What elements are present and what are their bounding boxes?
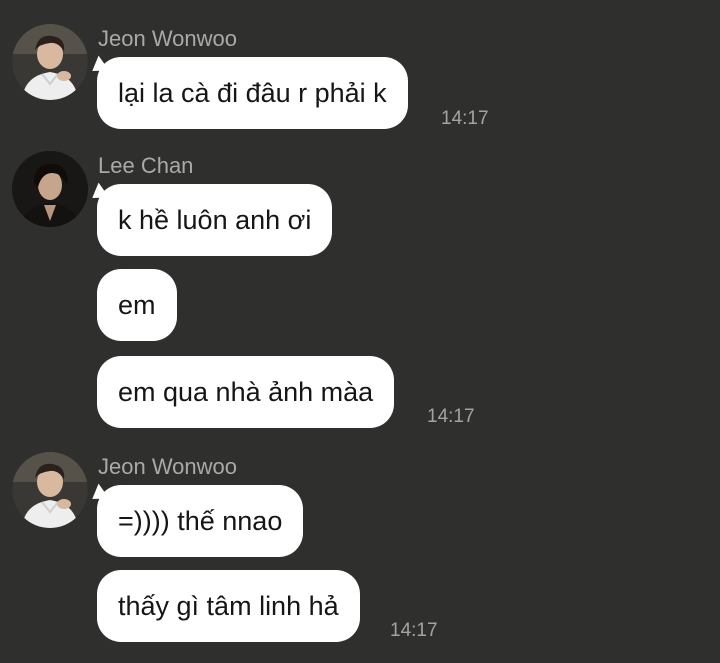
sender-name: Jeon Wonwoo <box>98 454 238 479</box>
message-bubble[interactable]: em qua nhà ảnh màa <box>97 356 395 428</box>
sender-name: Lee Chan <box>98 153 194 178</box>
message-bubble[interactable]: lại la cà đi đâu r phải k <box>97 57 408 129</box>
message-bubble[interactable]: k hề luôn anh ơi <box>97 184 333 256</box>
message-time: 14:17 <box>441 108 489 129</box>
avatar-lee-chan[interactable] <box>12 151 88 227</box>
message-bubble[interactable]: em <box>97 269 177 341</box>
message-bubble[interactable]: thấy gì tâm linh hả <box>97 570 360 642</box>
message-time: 14:17 <box>390 620 438 641</box>
sender-name: Jeon Wonwoo <box>98 26 238 51</box>
chat-thread: Jeon Wonwoo lại la cà đi đâu r phải k 14… <box>0 0 720 663</box>
avatar-jeon-wonwoo[interactable] <box>12 24 88 100</box>
message-time: 14:17 <box>427 406 475 427</box>
message-bubble[interactable]: =)))) thế nnao <box>97 485 304 557</box>
avatar-jeon-wonwoo[interactable] <box>12 452 88 528</box>
